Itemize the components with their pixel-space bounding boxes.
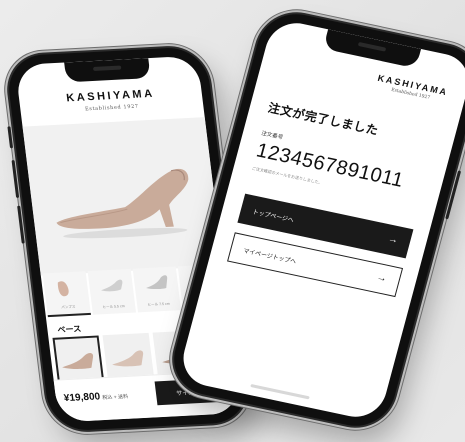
page-title: 注文が完了しました — [266, 100, 381, 138]
variant-thumb[interactable]: ヒール 5.5 cm — [87, 268, 137, 315]
product-hero-image — [22, 117, 223, 276]
power-button — [445, 170, 462, 220]
right-phone: KASHIYAMA Established 1927 注文が完了しました 注文番… — [165, 7, 465, 433]
shoe-icon — [112, 350, 144, 367]
shoe-icon — [100, 279, 122, 292]
home-indicator — [250, 383, 310, 400]
shoe-icon — [145, 275, 167, 290]
top-page-button-label: トップページへ — [251, 209, 295, 224]
volume-up-button — [11, 160, 20, 198]
color-swatch[interactable] — [52, 335, 105, 384]
variant-label: ヒール 7.5 cm — [147, 301, 170, 307]
scene: KASHIYAMA Established 1927 パンプス ヒール 5.5 … — [0, 0, 465, 442]
variant-label: パンプス — [61, 304, 76, 310]
variant-thumb[interactable]: パンプス — [42, 271, 91, 318]
variant-label: ヒール 5.5 cm — [102, 304, 125, 310]
arrow-right-icon: → — [386, 233, 400, 247]
volume-down-button — [17, 205, 25, 244]
color-section-title: ベース — [57, 324, 82, 335]
shoe-icon — [57, 281, 69, 297]
brand-header[interactable]: KASHIYAMA Established 1927 — [375, 73, 450, 104]
mypage-button-label: マイページトップへ — [242, 248, 297, 266]
brand-header[interactable]: KASHIYAMA Established 1927 — [19, 85, 204, 115]
order-complete-section: 注文が完了しました 注文番号 1234567891011 ご注文確認のメールをお… — [251, 99, 441, 208]
right-screen: KASHIYAMA Established 1927 注文が完了しました 注文番… — [176, 17, 465, 423]
arrow-right-icon: → — [375, 271, 389, 285]
color-swatch[interactable] — [102, 332, 155, 381]
shoe-icon — [56, 168, 189, 239]
price-tax-note: 税込 + 送料 — [101, 393, 129, 402]
notch — [64, 58, 151, 83]
notch — [322, 29, 421, 69]
price-label: ¥19,800税込 + 送料 — [63, 390, 128, 404]
price-value: ¥19,800 — [63, 391, 101, 405]
variant-thumb[interactable]: ヒール 7.5 cm — [132, 266, 182, 313]
mute-switch — [7, 126, 14, 149]
shoe-icon — [62, 352, 94, 369]
